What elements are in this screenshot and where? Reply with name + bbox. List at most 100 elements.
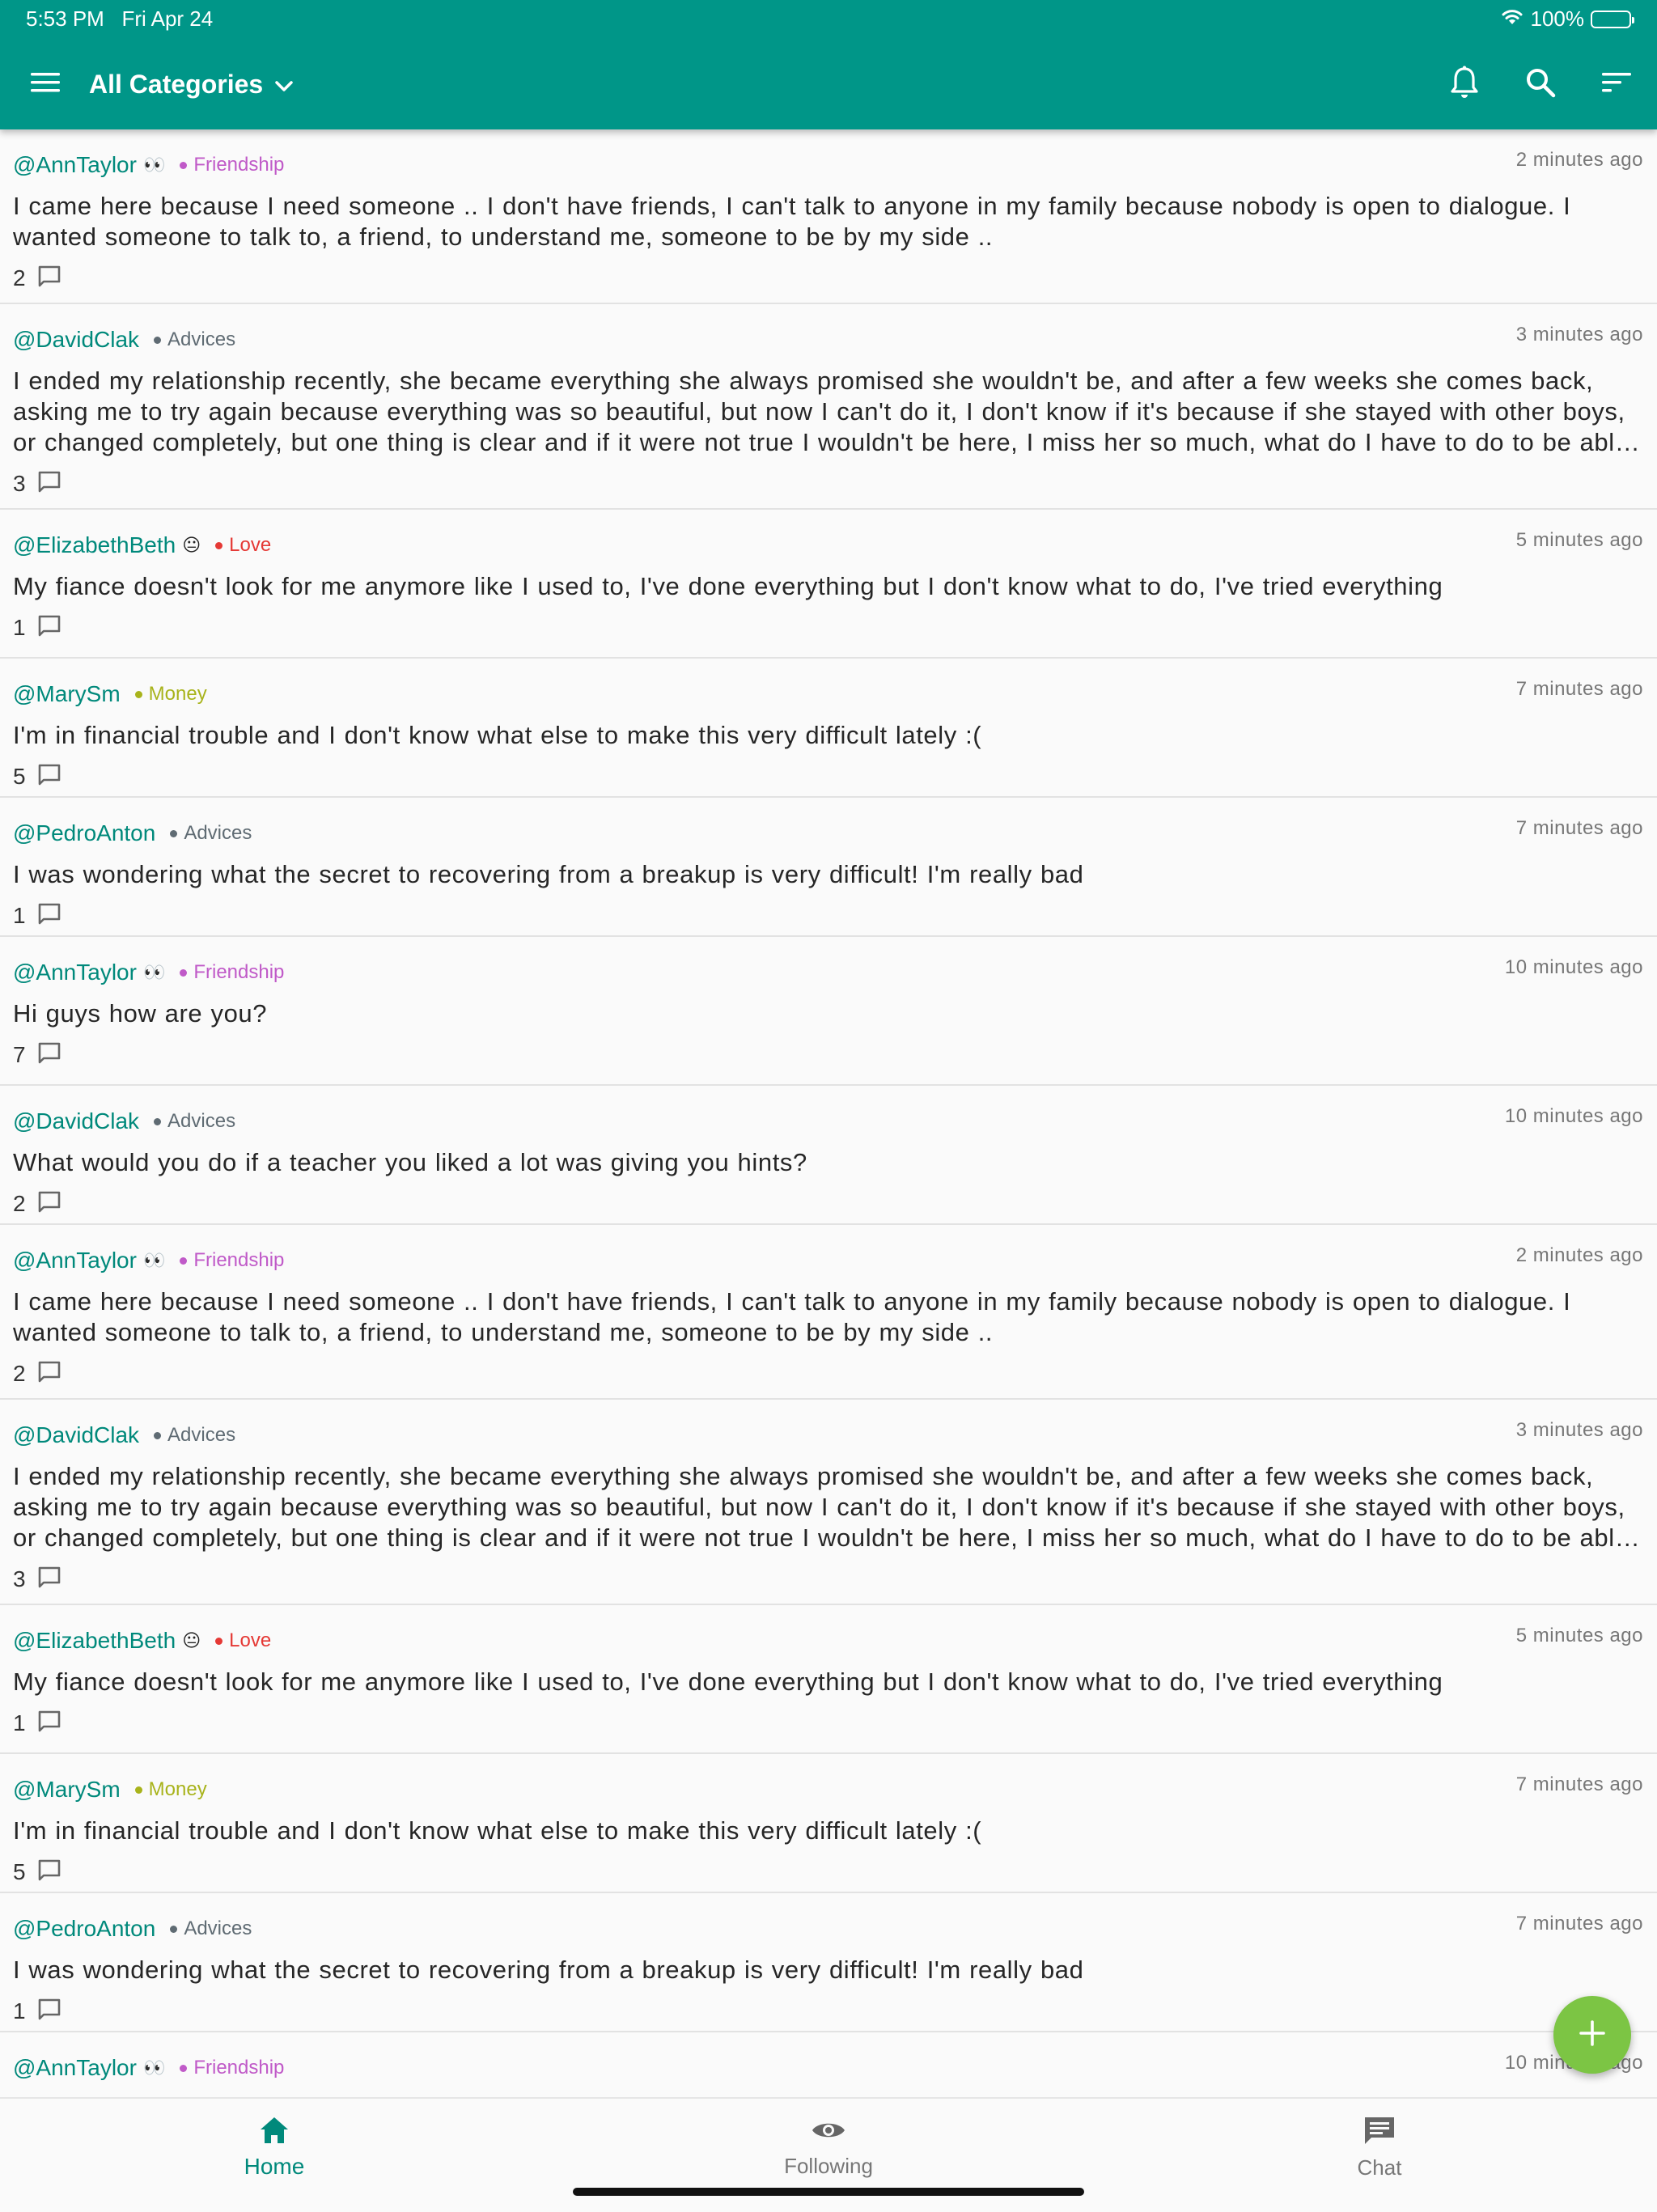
status-clock: 5:53 PM <box>26 6 104 31</box>
post-category-tag[interactable]: Money <box>134 1778 207 1801</box>
battery-icon <box>1591 10 1634 28</box>
menu-button[interactable] <box>11 50 79 118</box>
post-username[interactable]: @DavidClak <box>13 1422 139 1448</box>
nav-home[interactable]: Home <box>153 2115 396 2180</box>
post-card[interactable]: @ElizabethBeth 😐 Love 5 minutes ago My f… <box>0 1605 1657 1754</box>
post-card[interactable]: @MarySm Money 7 minutes ago I'm in finan… <box>0 659 1657 798</box>
comment-icon[interactable] <box>37 1360 61 1388</box>
comment-icon[interactable] <box>37 265 61 292</box>
post-category-tag[interactable]: Advices <box>154 1424 235 1447</box>
comment-icon[interactable] <box>37 1858 61 1886</box>
post-username[interactable]: @MarySm <box>13 681 121 707</box>
post-header: @ElizabethBeth 😐 Love <box>13 1626 1643 1655</box>
category-dot <box>180 968 188 977</box>
comment-icon[interactable] <box>37 763 61 790</box>
post-body: I ended my relationship recently, she be… <box>13 367 1629 456</box>
post-category-label: Friendship <box>193 1249 285 1271</box>
post-category-tag[interactable]: Friendship <box>180 1249 284 1272</box>
sort-button[interactable] <box>1583 50 1651 118</box>
post-username[interactable]: @AnnTaylor <box>13 1248 137 1273</box>
post-category-tag[interactable]: Advices <box>170 1917 252 1940</box>
post-card[interactable]: @PedroAnton Advices 7 minutes ago I was … <box>0 1893 1657 2032</box>
post-category-tag[interactable]: Love <box>215 534 271 557</box>
status-time: 5:53 PM Fri Apr 24 <box>26 6 213 32</box>
post-body: My fiance doesn't look for me anymore li… <box>13 1667 1443 1696</box>
post-body: I'm in financial trouble and I don't kno… <box>13 1816 982 1845</box>
post-card[interactable]: @MarySm Money 7 minutes ago I'm in finan… <box>0 1754 1657 1893</box>
post-timestamp: 3 minutes ago <box>1515 324 1643 345</box>
comment-count: 5 <box>13 764 26 789</box>
comment-icon[interactable] <box>37 614 61 642</box>
post-card[interactable]: @PedroAnton Advices 7 minutes ago I was … <box>0 798 1657 937</box>
post-category-tag[interactable]: Friendship <box>180 154 284 176</box>
nav-following-label: Following <box>784 2154 873 2178</box>
category-dropdown[interactable]: All Categories <box>89 50 294 118</box>
post-username[interactable]: @ElizabethBeth <box>13 532 176 558</box>
comment-icon[interactable] <box>37 902 61 930</box>
post-card[interactable]: @DavidClak Advices 10 minutes ago What w… <box>0 1086 1657 1225</box>
post-username[interactable]: @AnnTaylor <box>13 960 137 985</box>
post-footer: 1 <box>13 604 1643 652</box>
post-body: Hi guys how are you? <box>13 999 268 1028</box>
post-card[interactable]: @AnnTaylor 👀 Friendship 10 minutes ago <box>0 2032 1657 2097</box>
post-username[interactable]: @AnnTaylor <box>13 2055 137 2081</box>
bell-icon <box>1450 66 1479 103</box>
post-category-tag[interactable]: Money <box>134 683 207 706</box>
post-header: @DavidClak Advices <box>13 325 1643 354</box>
post-username[interactable]: @DavidClak <box>13 327 139 353</box>
post-card[interactable]: @DavidClak Advices 3 minutes ago I ended… <box>0 1400 1657 1605</box>
comment-count: 2 <box>13 1191 26 1216</box>
category-dropdown-label: All Categories <box>89 69 264 99</box>
post-category-tag[interactable]: Advices <box>154 328 235 351</box>
comment-count: 3 <box>13 471 26 496</box>
comment-icon[interactable] <box>37 1041 61 1069</box>
category-dot <box>215 1637 223 1645</box>
post-category-tag[interactable]: Love <box>215 1629 271 1652</box>
post-feed[interactable]: @AnnTaylor 👀 Friendship 2 minutes ago I … <box>0 129 1657 2097</box>
post-category-tag[interactable]: Advices <box>170 822 252 845</box>
post-header: @PedroAnton Advices <box>13 1914 1643 1943</box>
category-dot <box>134 690 142 698</box>
post-card[interactable]: @AnnTaylor 👀 Friendship 2 minutes ago I … <box>0 1225 1657 1400</box>
post-footer: 2 <box>13 1350 1643 1398</box>
post-username[interactable]: @DavidClak <box>13 1108 139 1134</box>
search-button[interactable] <box>1507 50 1574 118</box>
post-timestamp: 7 minutes ago <box>1515 678 1643 700</box>
category-dot <box>170 829 178 837</box>
post-username[interactable]: @AnnTaylor <box>13 152 137 178</box>
post-card[interactable]: @DavidClak Advices 3 minutes ago I ended… <box>0 304 1657 510</box>
comment-icon[interactable] <box>37 470 61 498</box>
post-category-tag[interactable]: Friendship <box>180 2057 284 2079</box>
chat-icon <box>1362 2115 1397 2151</box>
nav-following[interactable]: Following <box>707 2115 950 2179</box>
post-username[interactable]: @ElizabethBeth <box>13 1628 176 1654</box>
post-category-label: Advices <box>167 1110 236 1132</box>
notifications-button[interactable] <box>1430 50 1498 118</box>
post-username[interactable]: @MarySm <box>13 1777 121 1803</box>
post-card[interactable]: @ElizabethBeth 😐 Love 5 minutes ago My f… <box>0 510 1657 659</box>
post-header: @MarySm Money <box>13 1775 1643 1804</box>
post-category-label: Friendship <box>193 961 285 983</box>
comment-icon[interactable] <box>37 1998 61 2025</box>
post-body: I was wondering what the secret to recov… <box>13 1956 1084 1984</box>
comment-icon[interactable] <box>37 1190 61 1218</box>
nav-chat[interactable]: Chat <box>1258 2115 1501 2180</box>
post-username[interactable]: @PedroAnton <box>13 1916 155 1942</box>
post-footer: 3 <box>13 1555 1643 1604</box>
post-category-tag[interactable]: Friendship <box>180 961 284 984</box>
post-footer: 3 <box>13 460 1643 508</box>
post-timestamp: 5 minutes ago <box>1515 1625 1643 1646</box>
post-card[interactable]: @AnnTaylor 👀 Friendship 10 minutes ago H… <box>0 937 1657 1086</box>
post-username[interactable]: @PedroAnton <box>13 820 155 846</box>
sort-icon <box>1600 70 1633 98</box>
post-timestamp: 7 minutes ago <box>1515 1913 1643 1934</box>
comment-count: 2 <box>13 265 26 290</box>
new-post-button[interactable] <box>1553 1996 1631 2074</box>
category-dot <box>134 1786 142 1794</box>
post-category-label: Love <box>229 534 272 556</box>
post-category-tag[interactable]: Advices <box>154 1110 235 1133</box>
status-date: Fri Apr 24 <box>121 6 214 31</box>
comment-icon[interactable] <box>37 1710 61 1737</box>
comment-icon[interactable] <box>37 1566 61 1593</box>
post-card[interactable]: @AnnTaylor 👀 Friendship 2 minutes ago I … <box>0 129 1657 304</box>
